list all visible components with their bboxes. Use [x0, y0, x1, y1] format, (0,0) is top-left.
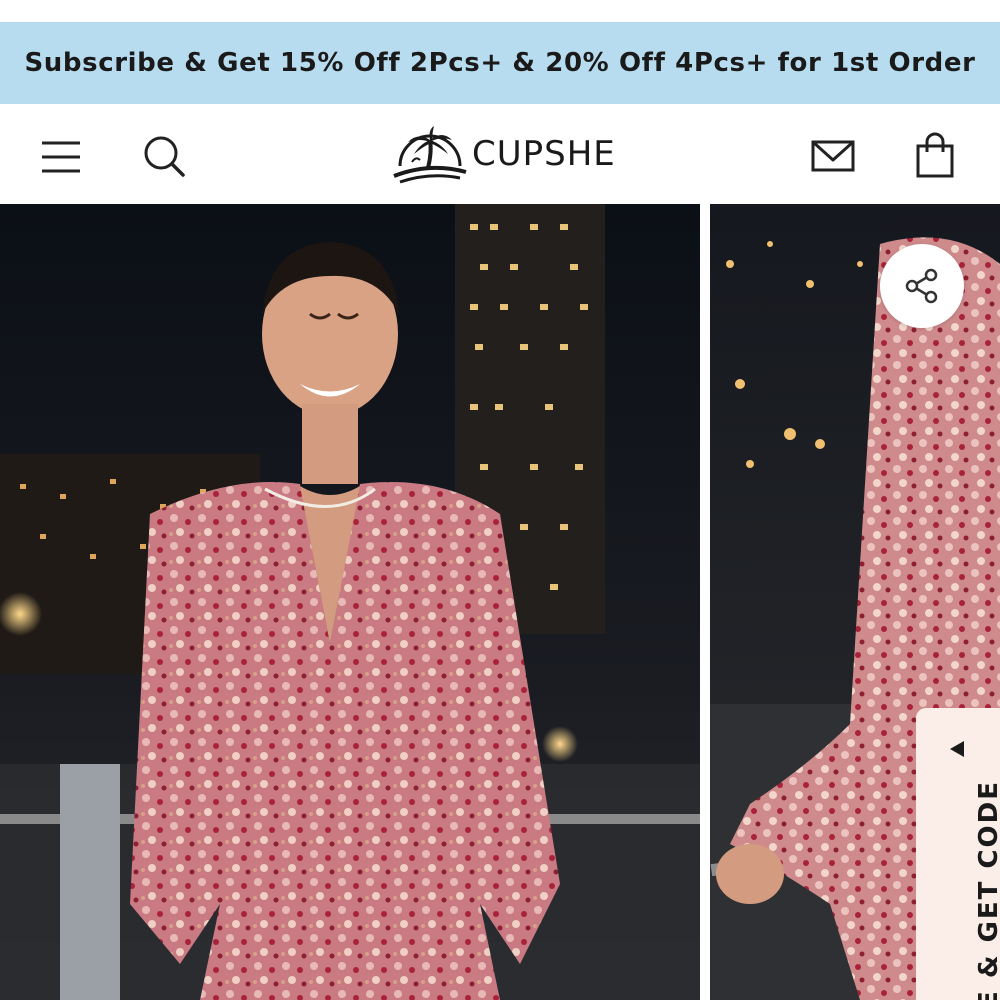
share-icon — [905, 268, 938, 304]
mail-icon — [811, 140, 855, 172]
site-header: CUPSHE — [0, 104, 1000, 204]
share-button[interactable] — [880, 244, 964, 328]
palm-tree-logo-icon — [393, 126, 467, 184]
menu-button[interactable] — [38, 134, 84, 180]
search-button[interactable] — [140, 132, 188, 180]
get-code-text-wrap: E & GET CODE — [916, 776, 1000, 1000]
mail-button[interactable] — [808, 134, 858, 178]
triangle-left-icon — [950, 741, 964, 757]
product-photo-main[interactable] — [0, 204, 700, 1000]
get-code-tab[interactable]: E & GET CODE — [916, 708, 1000, 1000]
product-photo-main-image — [0, 204, 700, 1000]
brand-logo[interactable]: CUPSHE — [390, 122, 635, 186]
promo-text: Subscribe & Get 15% Off 2Pcs+ & 20% Off … — [24, 48, 976, 78]
shopping-bag-button[interactable] — [910, 130, 960, 180]
top-bar — [0, 0, 1000, 22]
shopping-bag-icon — [916, 132, 954, 178]
get-code-label: E & GET CODE — [974, 780, 1000, 1000]
product-gallery[interactable] — [0, 204, 1000, 1000]
menu-icon — [42, 141, 80, 173]
search-icon — [144, 136, 185, 177]
brand-name: CUPSHE — [472, 134, 616, 174]
promo-banner[interactable]: Subscribe & Get 15% Off 2Pcs+ & 20% Off … — [0, 22, 1000, 104]
